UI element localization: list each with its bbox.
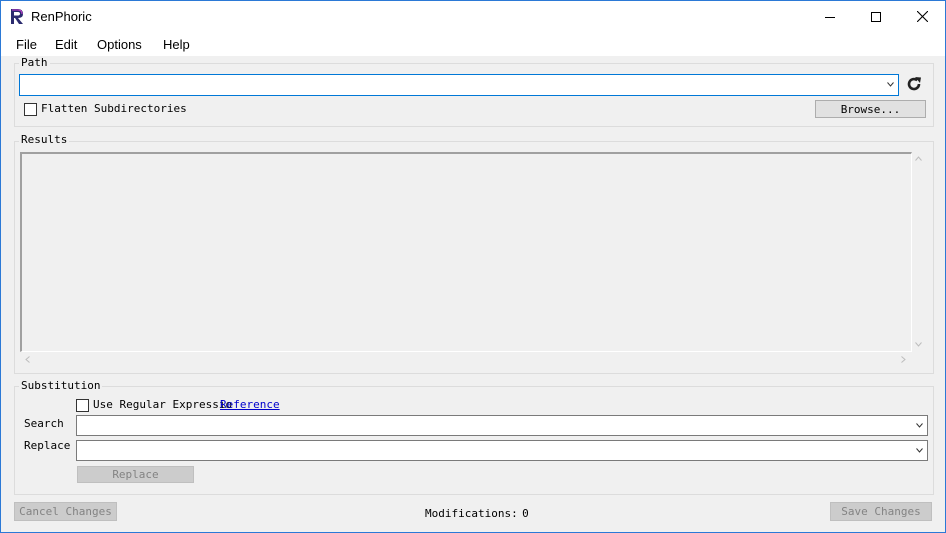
maximize-button[interactable] — [853, 1, 899, 32]
cancel-changes-button[interactable]: Cancel Changes — [14, 502, 117, 521]
search-label: Search — [24, 417, 64, 430]
browse-button[interactable]: Browse... — [815, 100, 926, 118]
scroll-down-icon[interactable] — [915, 342, 922, 347]
close-icon — [916, 11, 928, 22]
app-window: RenPhoric File Edit Options Help Path Fl… — [0, 0, 946, 533]
minimize-button[interactable] — [807, 1, 853, 32]
cancel-changes-label: Cancel Changes — [19, 505, 112, 518]
title-bar[interactable]: RenPhoric — [1, 1, 945, 32]
menu-help[interactable]: Help — [163, 37, 190, 52]
regex-checkbox[interactable] — [76, 399, 89, 412]
window-title: RenPhoric — [31, 9, 92, 24]
replace-label: Replace — [24, 439, 71, 452]
chevron-down-icon[interactable] — [916, 422, 923, 428]
save-changes-button[interactable]: Save Changes — [830, 502, 932, 521]
chevron-down-icon[interactable] — [887, 82, 894, 87]
modifications-label: Modifications: — [425, 507, 518, 520]
save-changes-label: Save Changes — [841, 505, 921, 518]
results-list[interactable] — [20, 152, 912, 352]
flatten-label: Flatten Subdirectories — [41, 102, 187, 115]
replace-button-label: Replace — [112, 468, 159, 481]
maximize-icon — [871, 11, 881, 22]
app-logo-icon — [9, 8, 25, 25]
flatten-checkbox[interactable] — [24, 103, 37, 116]
minimize-icon — [825, 16, 835, 18]
menu-options[interactable]: Options — [97, 37, 142, 52]
menu-edit[interactable]: Edit — [55, 37, 77, 52]
close-button[interactable] — [899, 1, 945, 32]
path-group-label: Path — [19, 56, 50, 69]
results-group-label: Results — [19, 133, 70, 146]
modifications-count: 0 — [522, 507, 529, 520]
search-combobox[interactable] — [76, 415, 928, 436]
path-combobox[interactable] — [19, 74, 899, 96]
substitution-group-label: Substitution — [19, 379, 103, 392]
menu-file[interactable]: File — [16, 37, 37, 52]
browse-label: Browse... — [840, 102, 901, 116]
scroll-right-icon[interactable] — [901, 356, 906, 363]
scroll-up-icon[interactable] — [915, 156, 922, 161]
replace-combobox[interactable] — [76, 440, 928, 461]
refresh-icon[interactable] — [905, 75, 923, 93]
regex-label: Use Regular Expressio — [93, 398, 233, 411]
menu-bar: File Edit Options Help — [1, 32, 945, 56]
replace-button[interactable]: Replace — [77, 466, 194, 483]
chevron-down-icon[interactable] — [916, 447, 923, 453]
reference-link[interactable]: Reference — [220, 398, 280, 411]
modifications-status: Modifications: 0 — [425, 504, 529, 522]
scroll-left-icon[interactable] — [25, 356, 30, 363]
